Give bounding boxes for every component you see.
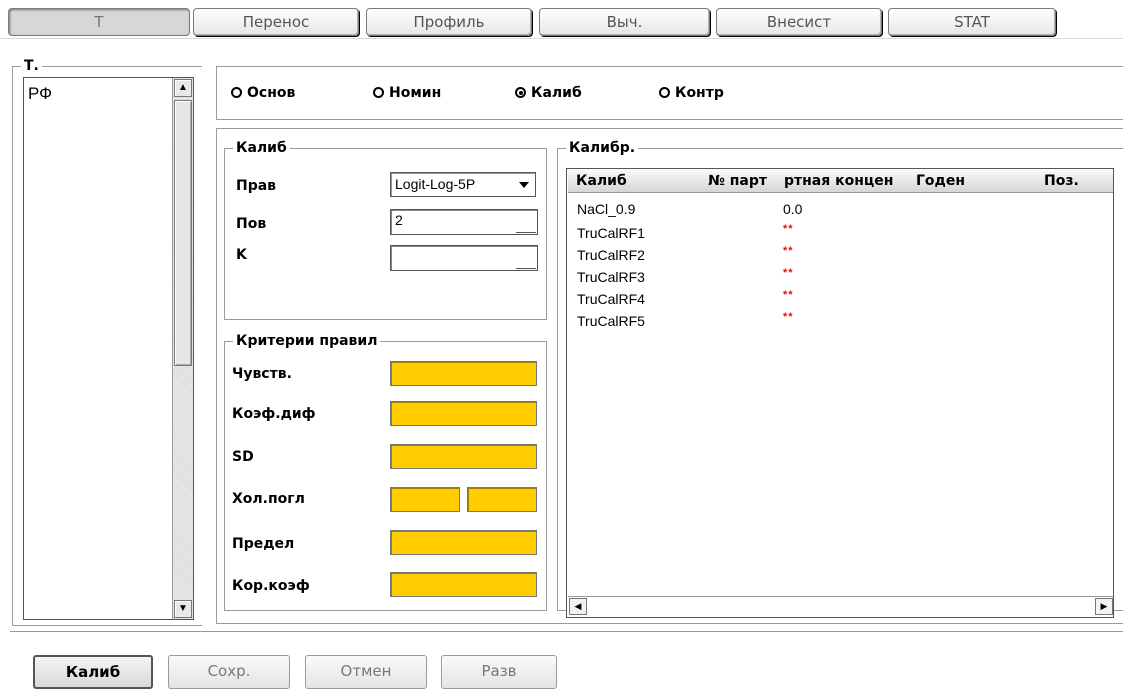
table-cell: ** bbox=[783, 245, 794, 257]
column-header[interactable]: Поз. bbox=[1044, 169, 1104, 193]
table-row[interactable]: TruCalRF4 bbox=[577, 291, 645, 307]
column-header[interactable]: № парт bbox=[708, 169, 783, 193]
table-header: Калиб № парт ртная концен Годен Поз. bbox=[568, 169, 1113, 193]
tab-calc[interactable]: Выч. bbox=[539, 8, 710, 36]
table-cell: ** bbox=[783, 267, 794, 279]
radio-icon bbox=[373, 87, 384, 98]
calib-group-title: Калиб bbox=[233, 140, 290, 156]
scroll-left-button[interactable]: ◀ bbox=[569, 598, 587, 615]
diff-coef-label: Коэф.диф bbox=[232, 406, 316, 422]
test-list[interactable]: РФ ▲ ▼ bbox=[23, 77, 194, 620]
tab-bar-divider bbox=[0, 38, 1123, 39]
table-cell: ** bbox=[783, 223, 794, 235]
limit-label: Предел bbox=[232, 536, 295, 552]
radio-basic[interactable]: Основ bbox=[231, 85, 295, 101]
calibrators-group-title: Калибр. bbox=[566, 140, 639, 156]
table-cell: 0.0 bbox=[783, 201, 803, 217]
corr-coef-label: Кор.коэф bbox=[232, 578, 310, 594]
radio-icon bbox=[659, 87, 670, 98]
table-row[interactable]: TruCalRF1 bbox=[577, 225, 645, 241]
blank-absorb-max-field[interactable] bbox=[467, 487, 537, 512]
table-cell: ** bbox=[783, 289, 794, 301]
sensitivity-label: Чувств. bbox=[232, 366, 292, 382]
table-hscrollbar[interactable]: ◀ ▶ bbox=[568, 596, 1113, 616]
rule-label: Прав bbox=[236, 178, 277, 194]
table-row[interactable]: TruCalRF5 bbox=[577, 313, 645, 329]
corr-coef-field[interactable] bbox=[390, 572, 537, 597]
radio-control[interactable]: Контр bbox=[659, 85, 724, 101]
blank-absorb-label: Хол.погл bbox=[232, 491, 305, 507]
diff-coef-field[interactable] bbox=[390, 401, 537, 426]
table-row[interactable]: NaCl_0.9 bbox=[577, 201, 635, 217]
bottom-divider bbox=[10, 631, 1123, 632]
tab-profile[interactable]: Профиль bbox=[366, 8, 532, 36]
list-scrollbar[interactable]: ▲ ▼ bbox=[172, 78, 193, 619]
radio-calib[interactable]: Калиб bbox=[515, 85, 582, 101]
scroll-up-button[interactable]: ▲ bbox=[174, 79, 192, 97]
radio-icon bbox=[231, 87, 242, 98]
tests-group-title: Т. bbox=[21, 58, 42, 74]
blank-absorb-min-field[interactable] bbox=[390, 487, 460, 512]
limit-field[interactable] bbox=[390, 530, 537, 555]
column-header[interactable]: ртная концен bbox=[784, 169, 904, 193]
table-cell: ** bbox=[783, 311, 794, 323]
scroll-down-button[interactable]: ▼ bbox=[174, 600, 192, 618]
radio-selected-icon bbox=[515, 87, 526, 98]
column-header[interactable]: Калиб bbox=[576, 169, 696, 193]
table-row[interactable]: TruCalRF3 bbox=[577, 269, 645, 285]
list-item[interactable]: РФ bbox=[28, 84, 52, 104]
repeat-label: Пов bbox=[236, 216, 267, 232]
sd-label: SD bbox=[232, 449, 254, 465]
sd-field[interactable] bbox=[390, 444, 537, 469]
k-field[interactable] bbox=[390, 245, 538, 271]
column-header[interactable]: Годен bbox=[916, 169, 996, 193]
table-row[interactable]: TruCalRF2 bbox=[577, 247, 645, 263]
tab-transfer[interactable]: Перенос bbox=[193, 8, 359, 36]
radio-nominal[interactable]: Номин bbox=[373, 85, 441, 101]
calibrators-table[interactable]: Калиб № парт ртная концен Годен Поз. NaC… bbox=[566, 168, 1114, 618]
k-label: K bbox=[236, 247, 247, 263]
tab-t[interactable]: T bbox=[8, 8, 190, 36]
criteria-group-title: Критерии правил bbox=[233, 333, 381, 349]
tab-external[interactable]: Внесист bbox=[716, 8, 882, 36]
chevron-down-icon bbox=[519, 182, 529, 188]
rule-select[interactable]: Logit-Log-5P bbox=[390, 172, 536, 197]
scroll-thumb[interactable] bbox=[174, 100, 192, 366]
sensitivity-field[interactable] bbox=[390, 361, 537, 386]
scroll-right-button[interactable]: ▶ bbox=[1095, 598, 1113, 615]
repeat-field[interactable]: 2 bbox=[390, 209, 538, 235]
tab-stat[interactable]: STAT bbox=[888, 8, 1056, 36]
